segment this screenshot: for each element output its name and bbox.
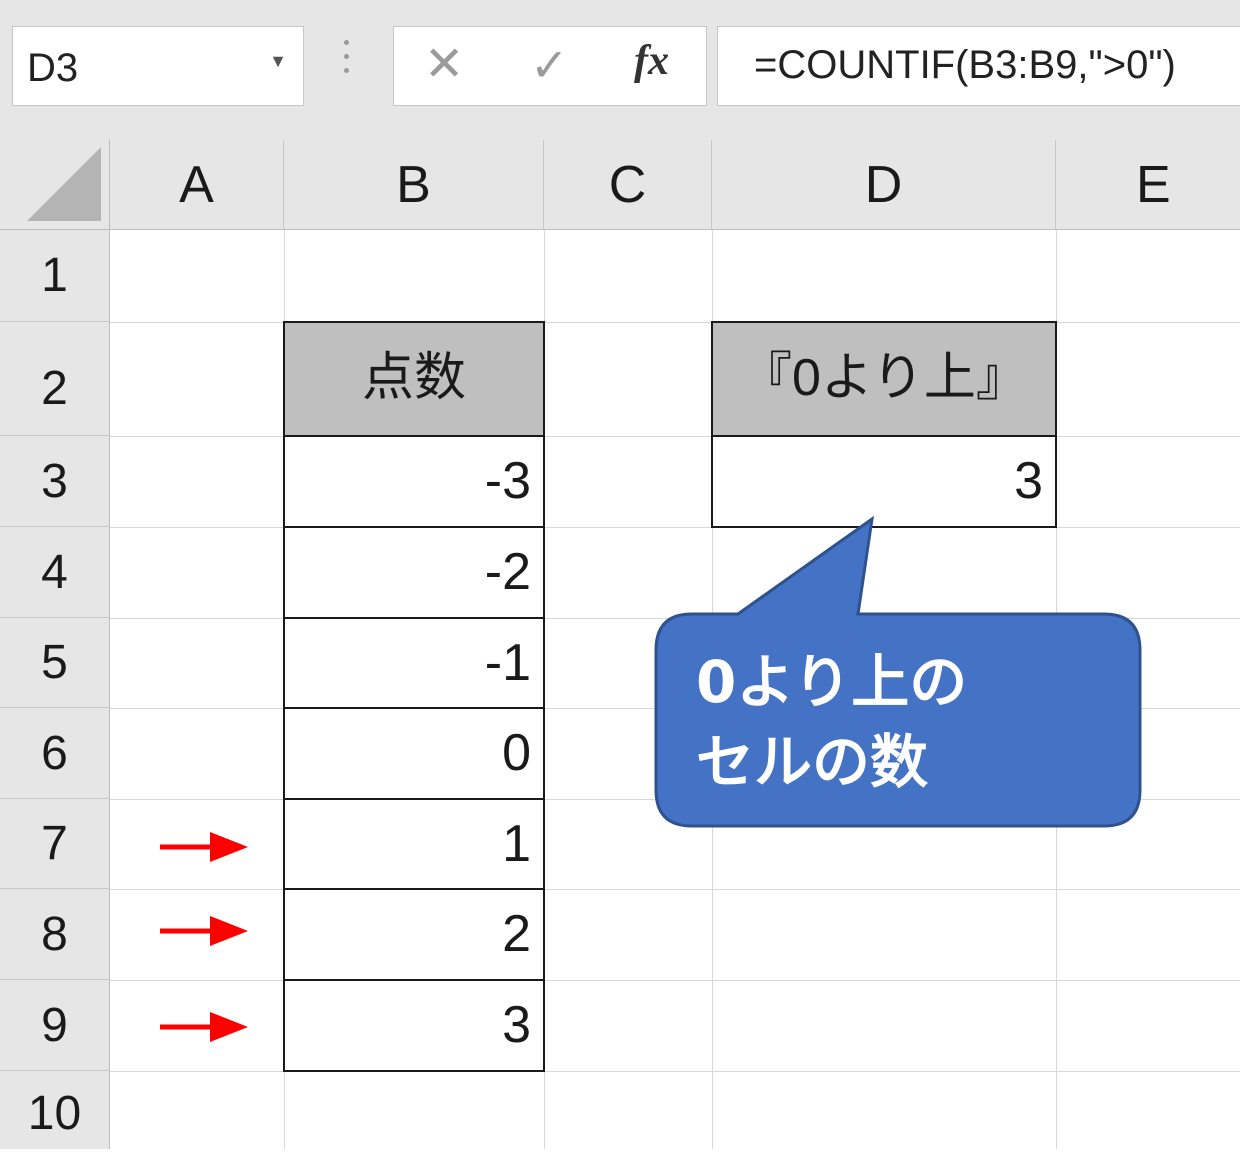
gridline — [110, 980, 1240, 981]
cell-d2[interactable]: 『0より上』 — [711, 321, 1057, 437]
row-header-9[interactable]: 9 — [0, 980, 110, 1071]
callout-line-1: 0より上の — [696, 648, 968, 716]
row-header-5[interactable]: 5 — [0, 618, 110, 708]
formula-input[interactable]: =COUNTIF(B3:B9,">0") — [717, 26, 1240, 106]
formula-text: =COUNTIF(B3:B9,">0") — [754, 43, 1176, 87]
column-header-b[interactable]: B — [284, 140, 544, 230]
row-header-8[interactable]: 8 — [0, 889, 110, 980]
name-box-value: D3 — [27, 46, 79, 90]
chevron-down-icon[interactable]: ▼ — [269, 51, 287, 72]
name-box[interactable]: D3 ▼ — [12, 26, 304, 106]
formula-bar: D3 ▼ ✕ ✓ fx =COUNTIF(B3:B9,">0") — [0, 0, 1240, 140]
gridline — [110, 889, 1240, 890]
check-icon[interactable]: ✓ — [530, 41, 569, 89]
gridline — [110, 322, 1240, 323]
row-header-10[interactable]: 10 — [0, 1071, 110, 1149]
arrow-right-icon — [160, 916, 248, 946]
callout-line-2: セルの数 — [696, 728, 929, 796]
arrow-right-icon — [160, 832, 248, 862]
row-header-6[interactable]: 6 — [0, 708, 110, 799]
cell-b3[interactable]: -3 — [283, 435, 545, 528]
row-header-4[interactable]: 4 — [0, 527, 110, 618]
column-header-e[interactable]: E — [1056, 140, 1240, 230]
gridline — [110, 527, 1240, 528]
select-all-triangle-icon — [27, 147, 101, 221]
cell-b4[interactable]: -2 — [283, 526, 545, 619]
insert-function-button[interactable]: fx — [634, 37, 669, 85]
row-header-2[interactable]: 2 — [0, 322, 110, 436]
cell-b7[interactable]: 1 — [283, 798, 545, 890]
gridline — [110, 1071, 1240, 1072]
arrow-right-icon — [160, 1012, 248, 1042]
close-icon[interactable]: ✕ — [424, 41, 464, 89]
cell-b9[interactable]: 3 — [283, 979, 545, 1072]
row-header-3[interactable]: 3 — [0, 436, 110, 527]
row-header-1[interactable]: 1 — [0, 230, 110, 322]
column-header-a[interactable]: A — [110, 140, 284, 230]
formula-buttons: ✕ ✓ fx — [393, 26, 707, 106]
column-header-d[interactable]: D — [712, 140, 1056, 230]
cell-b5[interactable]: -1 — [283, 617, 545, 709]
gridline — [110, 618, 1240, 619]
select-all-button[interactable] — [0, 140, 110, 230]
drag-handle-icon[interactable] — [336, 40, 356, 90]
cell-b2[interactable]: 点数 — [283, 321, 545, 437]
callout-text: 0より上の セルの数 — [696, 642, 1116, 802]
column-header-c[interactable]: C — [544, 140, 712, 230]
cell-d3[interactable]: 3 — [711, 435, 1057, 528]
gridline — [110, 436, 1240, 437]
cell-b8[interactable]: 2 — [283, 888, 545, 981]
cell-b6[interactable]: 0 — [283, 707, 545, 800]
row-header-7[interactable]: 7 — [0, 799, 110, 889]
